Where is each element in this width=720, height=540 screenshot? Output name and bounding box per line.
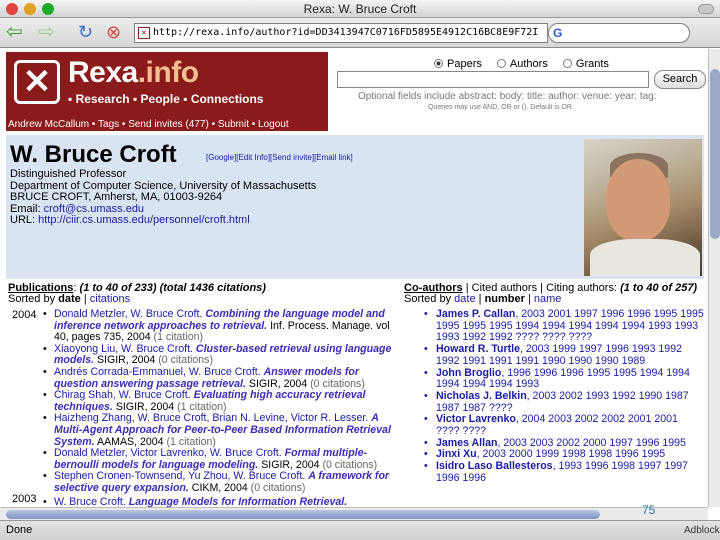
sort-coauthors-number: number	[484, 293, 525, 305]
publication-item: • Donald Metzler, W. Bruce Croft. Combini…	[43, 308, 390, 344]
slide-number: 75	[642, 503, 656, 517]
radio-authors[interactable]	[496, 59, 506, 68]
publication-item: • Chirag Shah, W. Bruce Croft. Evaluating…	[43, 389, 366, 413]
publication-item: • Haizheng Zhang, W. Bruce Croft, Brian N…	[43, 412, 391, 448]
zoom-window-button[interactable]	[42, 3, 54, 15]
stop-icon[interactable]: ⊗	[106, 22, 121, 42]
vertical-scrollbar[interactable]	[708, 49, 720, 507]
publication-item: • Xiaoyong Liu, W. Bruce Croft. Cluster-b…	[43, 342, 392, 367]
optional-fields-hint: Optional fields include abstract: body: …	[358, 91, 657, 102]
year-label: 2004	[12, 309, 37, 321]
coauthor-list: • James P. Callan, 2003 2001 1997 1996 19…	[424, 308, 704, 485]
coauthor-item: • Howard R. Turtle, 2003 1999 1997 1996 1…	[424, 343, 682, 367]
search-type-options: Papers Authors Grants	[434, 58, 621, 70]
site-brand: Rexa.info	[68, 56, 199, 89]
coauthor-item: • Nicholas J. Belkin, 2003 2002 1993 1992…	[424, 389, 689, 414]
close-window-button[interactable]	[6, 3, 18, 15]
adblock-button[interactable]: Adblock	[684, 521, 720, 540]
author-action-links[interactable]: [Google][Edit Info][Send invite][Email l…	[206, 153, 353, 162]
author-header: W. Bruce Croft [Google][Edit Info][Send …	[6, 135, 704, 279]
publication-item: • Andrés Corrada-Emmanuel, W. Bruce Croft…	[43, 365, 365, 390]
coauthor-item: • James P. Callan, 2003 2001 1997 1996 19…	[424, 308, 704, 344]
site-tagline: ▪ Research ▪ People ▪ Connections	[68, 92, 264, 106]
browser-toolbar: ⇦ ⇨ ↻ ⊗ ✕ http://rexa.info/author?id=DD3…	[0, 18, 720, 48]
vertical-scroll-thumb[interactable]	[710, 69, 720, 239]
coauthors-sort: Sorted by date | number | name	[404, 293, 562, 305]
sort-coauthors-date[interactable]: date	[454, 293, 475, 305]
coauthor-item: • John Broglio, 1996 1996 1996 1995 1995 …	[424, 366, 690, 391]
author-info: Distinguished Professor Department of Co…	[10, 168, 316, 227]
minimize-window-button[interactable]	[24, 3, 36, 15]
horizontal-scrollbar[interactable]	[0, 507, 708, 520]
google-search-icon: G	[553, 26, 563, 40]
author-title: Distinguished Professor	[10, 168, 127, 180]
radio-grants[interactable]	[562, 59, 572, 68]
url-text: http://rexa.info/author?id=DD3413947C071…	[153, 27, 539, 38]
url-field[interactable]: ✕ http://rexa.info/author?id=DD3413947C0…	[134, 23, 548, 43]
publication-item: • Stephen Cronen-Townsend, Yu Zhou, W. Br…	[43, 470, 390, 494]
window-titlebar: Rexa: W. Bruce Croft	[0, 0, 720, 18]
horizontal-scroll-thumb[interactable]	[6, 510, 600, 519]
coauthor-item: • Isidro Laso Ballesteros, 1993 1996 1998…	[424, 460, 689, 484]
back-arrow-icon[interactable]: ⇦	[6, 22, 23, 42]
publications-sort: Sorted by date | citations	[8, 293, 131, 305]
sort-by-date: date	[58, 293, 81, 305]
author-url-row: URL: http://ciir.cs.umass.edu/personnel/…	[10, 214, 250, 227]
query-syntax-hint: Queries may use AND, OR or (). Default i…	[428, 104, 574, 111]
user-links-bar[interactable]: Andrew McCallum • Tags • Send invites (4…	[6, 118, 328, 131]
status-bar: Done Adblock	[0, 520, 720, 540]
sort-coauthors-name[interactable]: name	[534, 293, 562, 305]
site-favicon-icon: ✕	[138, 27, 150, 39]
year-label: 2003	[12, 493, 37, 505]
site-banner[interactable]: ✕ Rexa.info ▪ Research ▪ People ▪ Connec…	[6, 52, 328, 118]
site-search-input[interactable]	[337, 71, 649, 88]
coauthor-item: • Victor Lavrenko, 2004 2003 2002 2002 20…	[424, 413, 678, 438]
publication-list: • Donald Metzler, W. Bruce Croft. Combini…	[42, 308, 397, 507]
author-email-link[interactable]: croft@cs.umass.edu	[44, 203, 144, 215]
author-photo	[584, 139, 702, 276]
publication-item: • Donald Metzler, Victor Lavrenko, W. Bru…	[43, 447, 378, 471]
sort-by-citations[interactable]: citations	[90, 293, 130, 305]
forward-arrow-icon[interactable]: ⇨	[38, 22, 55, 42]
search-button[interactable]: Search	[654, 70, 706, 89]
toolbar-toggle-button[interactable]	[698, 4, 714, 14]
status-text: Done	[6, 524, 33, 536]
rexa-logo-icon: ✕	[14, 60, 60, 104]
author-name: W. Bruce Croft	[10, 141, 177, 168]
radio-papers[interactable]	[434, 59, 443, 68]
publication-item: • W. Bruce Croft. Language Models for Inf…	[43, 495, 348, 507]
window-title: Rexa: W. Bruce Croft	[303, 2, 417, 16]
page-content: ✕ Rexa.info ▪ Research ▪ People ▪ Connec…	[0, 49, 708, 507]
author-homepage-link[interactable]: http://ciir.cs.umass.edu/personnel/croft…	[38, 214, 250, 227]
browser-search-field[interactable]: G	[548, 23, 690, 43]
reload-icon[interactable]: ↻	[78, 22, 93, 42]
